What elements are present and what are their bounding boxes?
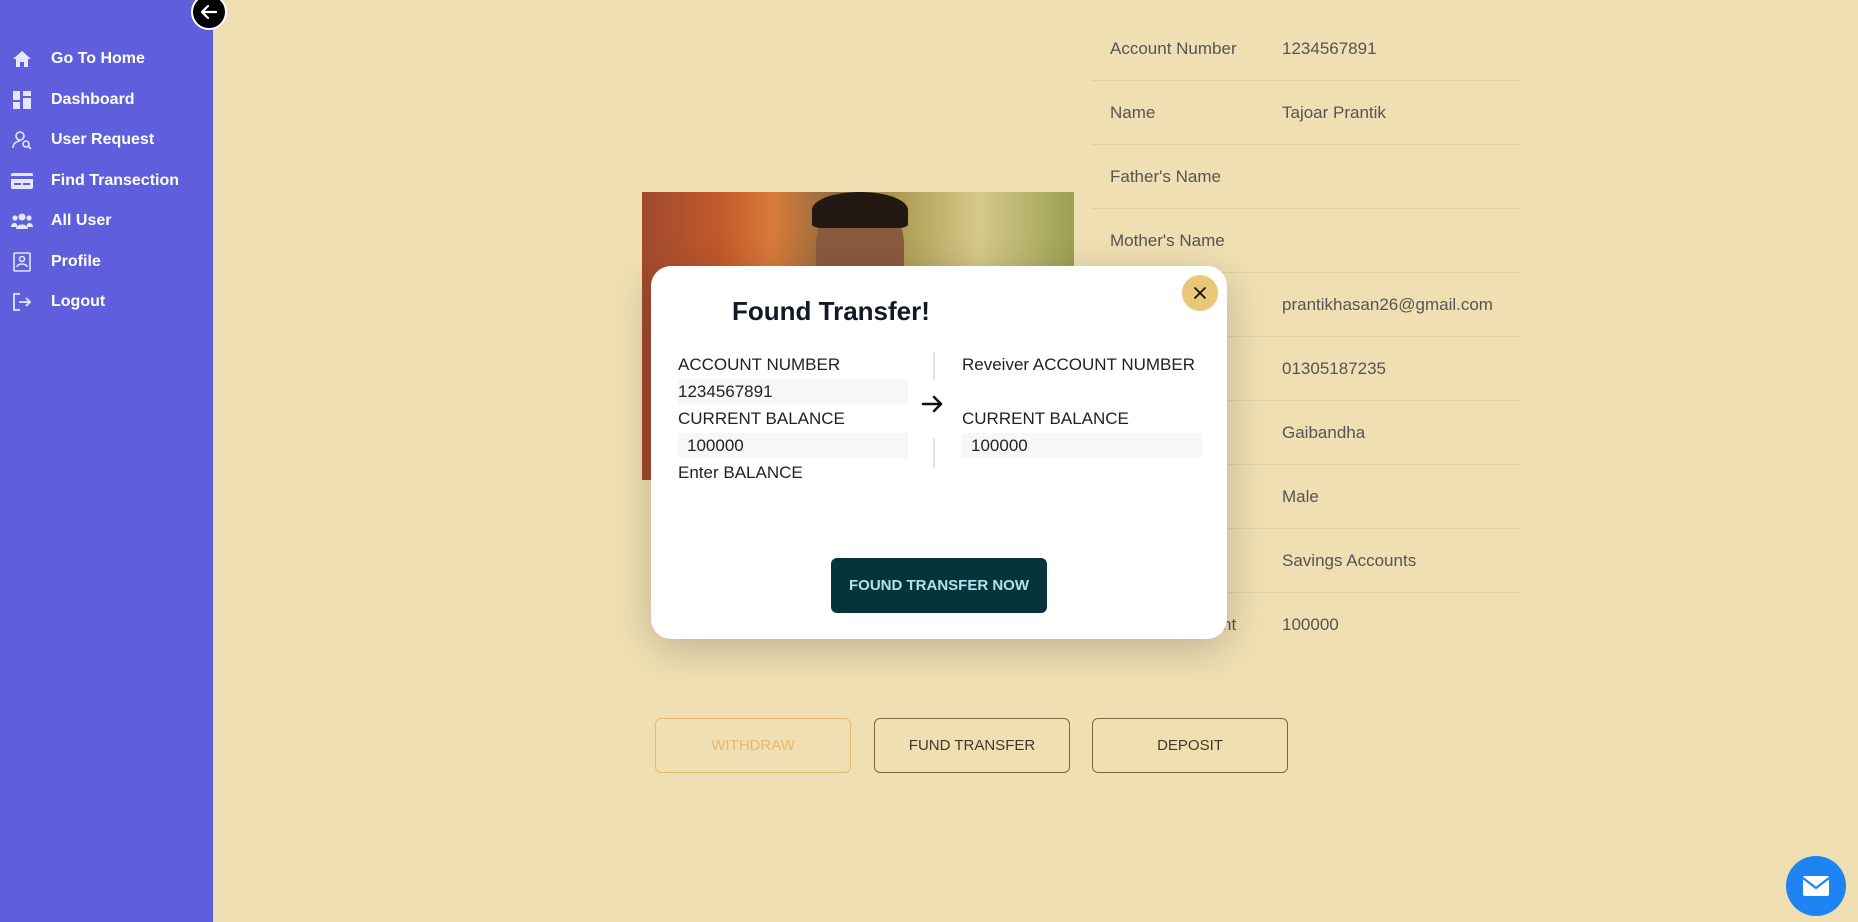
sender-balance-label: CURRENT BALANCE bbox=[678, 409, 845, 428]
arrow-right-icon bbox=[921, 393, 945, 420]
sidebar: Go To Home Dashboard User Request Find T… bbox=[0, 0, 213, 922]
users-icon bbox=[11, 210, 33, 232]
modal-title: Found Transfer! bbox=[732, 296, 930, 326]
close-button[interactable] bbox=[1182, 275, 1218, 311]
sidebar-item-dashboard[interactable]: Dashboard bbox=[0, 81, 213, 119]
profile-icon bbox=[11, 251, 33, 273]
sidebar-item-label: Find Transection bbox=[51, 172, 180, 189]
sidebar-item-label: Dashboard bbox=[51, 91, 135, 108]
sender-account-field[interactable]: 1234567891 bbox=[678, 379, 908, 404]
sender-account-label: ACCOUNT NUMBER bbox=[678, 355, 841, 374]
sidebar-item-label: Profile bbox=[51, 253, 101, 270]
sidebar-item-profile[interactable]: Profile bbox=[0, 243, 213, 281]
sidebar-item-label: All User bbox=[51, 212, 112, 229]
sidebar-item-label: Go To Home bbox=[51, 50, 145, 67]
mail-button[interactable] bbox=[1786, 856, 1846, 916]
user-search-icon bbox=[11, 129, 33, 151]
logout-icon bbox=[11, 291, 33, 313]
card-icon bbox=[11, 170, 33, 192]
sidebar-item-home[interactable]: Go To Home bbox=[0, 40, 213, 78]
dashboard-icon bbox=[11, 89, 33, 111]
column-divider bbox=[933, 352, 935, 380]
sidebar-item-all-user[interactable]: All User bbox=[0, 202, 213, 240]
fund-transfer-modal: Found Transfer! ACCOUNT NUMBER 123456789… bbox=[651, 266, 1227, 639]
sender-balance-field[interactable]: 100000 bbox=[678, 433, 908, 458]
sidebar-item-label: Logout bbox=[51, 293, 106, 310]
sidebar-item-label: User Request bbox=[51, 131, 155, 148]
receiver-account-label: Reveiver ACCOUNT NUMBER bbox=[962, 355, 1196, 374]
mail-icon bbox=[1802, 876, 1830, 896]
sidebar-item-logout[interactable]: Logout bbox=[0, 283, 213, 321]
receiver-balance-field[interactable]: 100000 bbox=[962, 433, 1202, 458]
enter-balance-label: Enter BALANCE bbox=[678, 463, 803, 482]
sidebar-item-user-request[interactable]: User Request bbox=[0, 121, 213, 159]
receiver-balance-label: CURRENT BALANCE bbox=[962, 409, 1129, 428]
found-transfer-now-button[interactable]: FOUND TRANSFER NOW bbox=[831, 558, 1047, 613]
home-icon bbox=[11, 48, 33, 70]
column-divider bbox=[933, 438, 935, 468]
close-icon bbox=[1194, 287, 1206, 299]
sidebar-item-find-transection[interactable]: Find Transection bbox=[0, 162, 213, 200]
